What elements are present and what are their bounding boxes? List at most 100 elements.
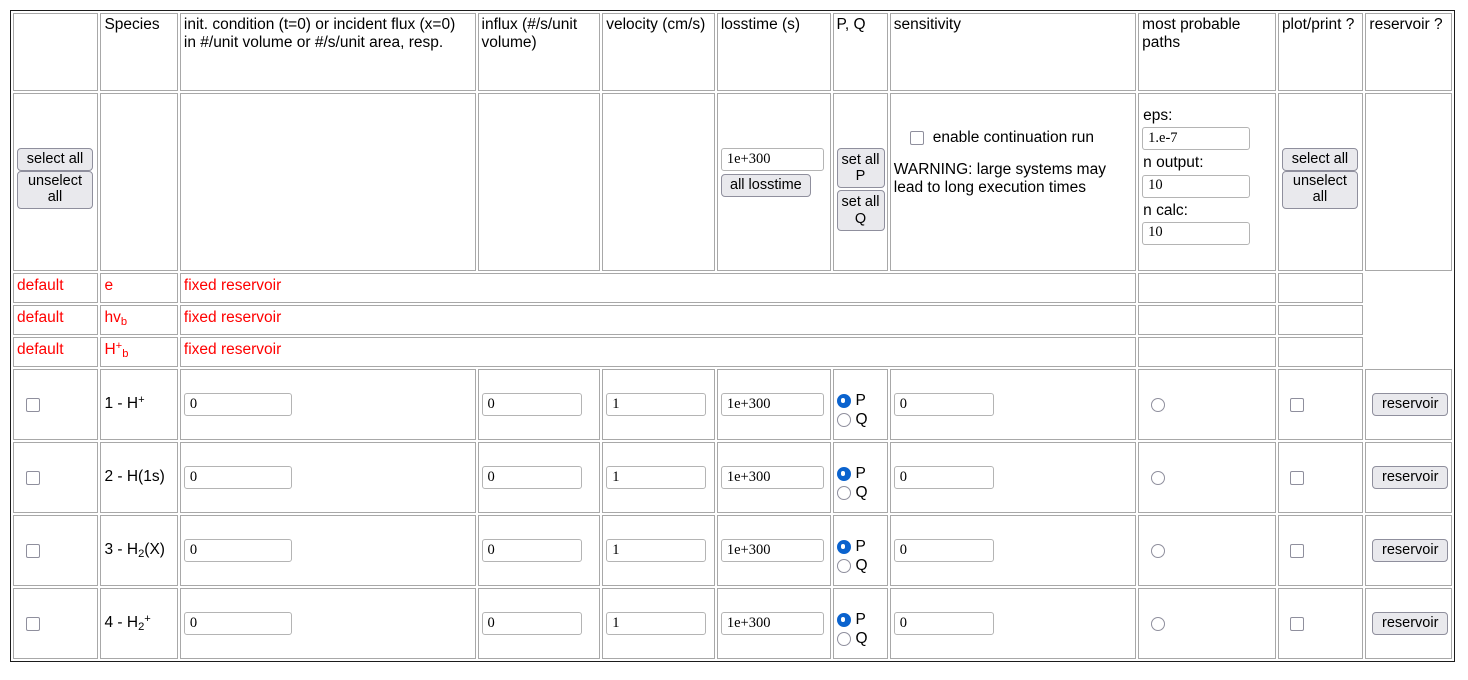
q-radio[interactable] [836,413,851,428]
sensitivity-input[interactable] [893,539,994,562]
species-sensitivity-cell [889,442,1137,513]
most-probable-paths-radio[interactable] [1151,543,1166,558]
enable-continuation-run-label: enable continuation run [932,129,1094,146]
default-species-label: hvb [100,305,178,335]
species-init-condition-cell [179,588,476,659]
reservoir-button[interactable]: reservoir [1372,611,1448,636]
velocity-input[interactable] [606,393,707,416]
all-losstime-button[interactable]: all losstime [720,174,811,198]
unselect-all-button[interactable]: unselect all [17,171,93,209]
q-label: Q [855,630,868,648]
losstime-input[interactable] [720,539,824,562]
table-row: default H+b fixed reservoir [13,337,1452,367]
plot-print-checkbox[interactable] [1289,543,1304,558]
influx-input[interactable] [481,539,582,562]
species-plot-print-cell [1277,442,1364,513]
default-note: fixed reservoir [179,305,1137,335]
sensitivity-input[interactable] [893,393,994,416]
species-label: 3 - H2(X) [104,541,165,561]
velocity-input[interactable] [606,612,707,635]
influx-input[interactable] [481,612,582,635]
table-header-row: Species init. condition (t=0) or inciden… [13,13,1452,91]
species-pq-cell: P Q [832,515,888,586]
q-label: Q [855,411,868,429]
default-mpp-cell [1138,337,1276,367]
header-losstime: losstime (s) [716,13,831,91]
influx-input[interactable] [481,466,582,489]
reservoir-button[interactable]: reservoir [1372,465,1448,490]
init-condition-input[interactable] [183,393,292,416]
set-all-q-button[interactable]: set all Q [836,190,885,231]
default-mpp-cell [1138,305,1276,335]
species-label-cell: 2 - H(1s) [100,442,178,513]
init-condition-input[interactable] [183,539,292,562]
species-mpp-cell [1138,369,1276,440]
species-label: 1 - H+ [104,394,145,413]
species-label: 4 - H2+ [104,613,151,634]
init-condition-input[interactable] [183,466,292,489]
p-label: P [855,538,866,555]
species-influx-cell [477,442,601,513]
plot-print-checkbox[interactable] [1289,397,1304,412]
n-calc-input[interactable] [1142,221,1251,245]
sensitivity-input[interactable] [893,466,994,489]
select-all-button[interactable]: select all [17,148,93,172]
q-label: Q [855,557,868,575]
species-select-checkbox[interactable] [26,470,40,485]
default-flag: default [13,273,99,303]
bulk-plot-print-cell: select all unselect all [1277,93,1364,271]
reservoir-button[interactable]: reservoir [1372,538,1448,563]
species-select-checkbox[interactable] [26,543,40,558]
plot-select-all-button[interactable]: select all [1281,148,1358,172]
p-radio[interactable] [836,467,851,482]
bulk-velocity-cell [602,93,715,271]
q-radio[interactable] [836,632,851,647]
p-radio[interactable] [836,540,851,555]
sensitivity-input[interactable] [893,612,994,635]
species-losstime-cell [716,369,831,440]
default-reservoir-cell [1365,273,1452,303]
species-pq-cell: P Q [832,369,888,440]
species-mpp-cell [1138,515,1276,586]
species-select-checkbox[interactable] [26,397,40,412]
species-label-cell: 4 - H2+ [100,588,178,659]
eps-input[interactable] [1142,127,1251,151]
species-sensitivity-cell [889,588,1137,659]
enable-continuation-run-checkbox[interactable] [909,131,924,146]
set-all-p-button[interactable]: set all P [836,148,885,189]
header-most-probable-paths: most probable paths [1138,13,1276,91]
reservoir-button[interactable]: reservoir [1372,392,1448,417]
plot-print-checkbox[interactable] [1289,470,1304,485]
table-row: default e fixed reservoir [13,273,1452,303]
species-pq-cell: P Q [832,588,888,659]
plot-print-checkbox[interactable] [1289,616,1304,631]
velocity-input[interactable] [606,539,707,562]
header-reservoir: reservoir ? [1365,13,1452,91]
n-output-input[interactable] [1142,174,1251,198]
init-condition-input[interactable] [183,612,292,635]
losstime-input[interactable] [720,466,824,489]
velocity-input[interactable] [606,466,707,489]
most-probable-paths-radio[interactable] [1151,470,1166,485]
p-radio[interactable] [836,394,851,409]
species-losstime-cell [716,588,831,659]
most-probable-paths-radio[interactable] [1151,397,1166,412]
all-losstime-input[interactable] [720,148,824,171]
losstime-input[interactable] [720,393,824,416]
header-pq: P, Q [832,13,888,91]
default-flag: default [13,337,99,367]
continuation-warning-text: WARNING: large systems may lead to long … [893,161,1106,197]
most-probable-paths-radio[interactable] [1151,616,1166,631]
header-select [13,13,99,91]
q-radio[interactable] [836,486,851,501]
losstime-input[interactable] [720,612,824,635]
plot-unselect-all-button[interactable]: unselect all [1281,171,1358,209]
p-radio[interactable] [836,613,851,628]
species-label-cell: 1 - H+ [100,369,178,440]
bulk-species-cell [100,93,178,271]
influx-input[interactable] [481,393,582,416]
q-radio[interactable] [836,559,851,574]
species-reservoir-cell: reservoir [1365,588,1452,659]
species-select-checkbox[interactable] [26,616,40,631]
species-plot-print-cell [1277,588,1364,659]
